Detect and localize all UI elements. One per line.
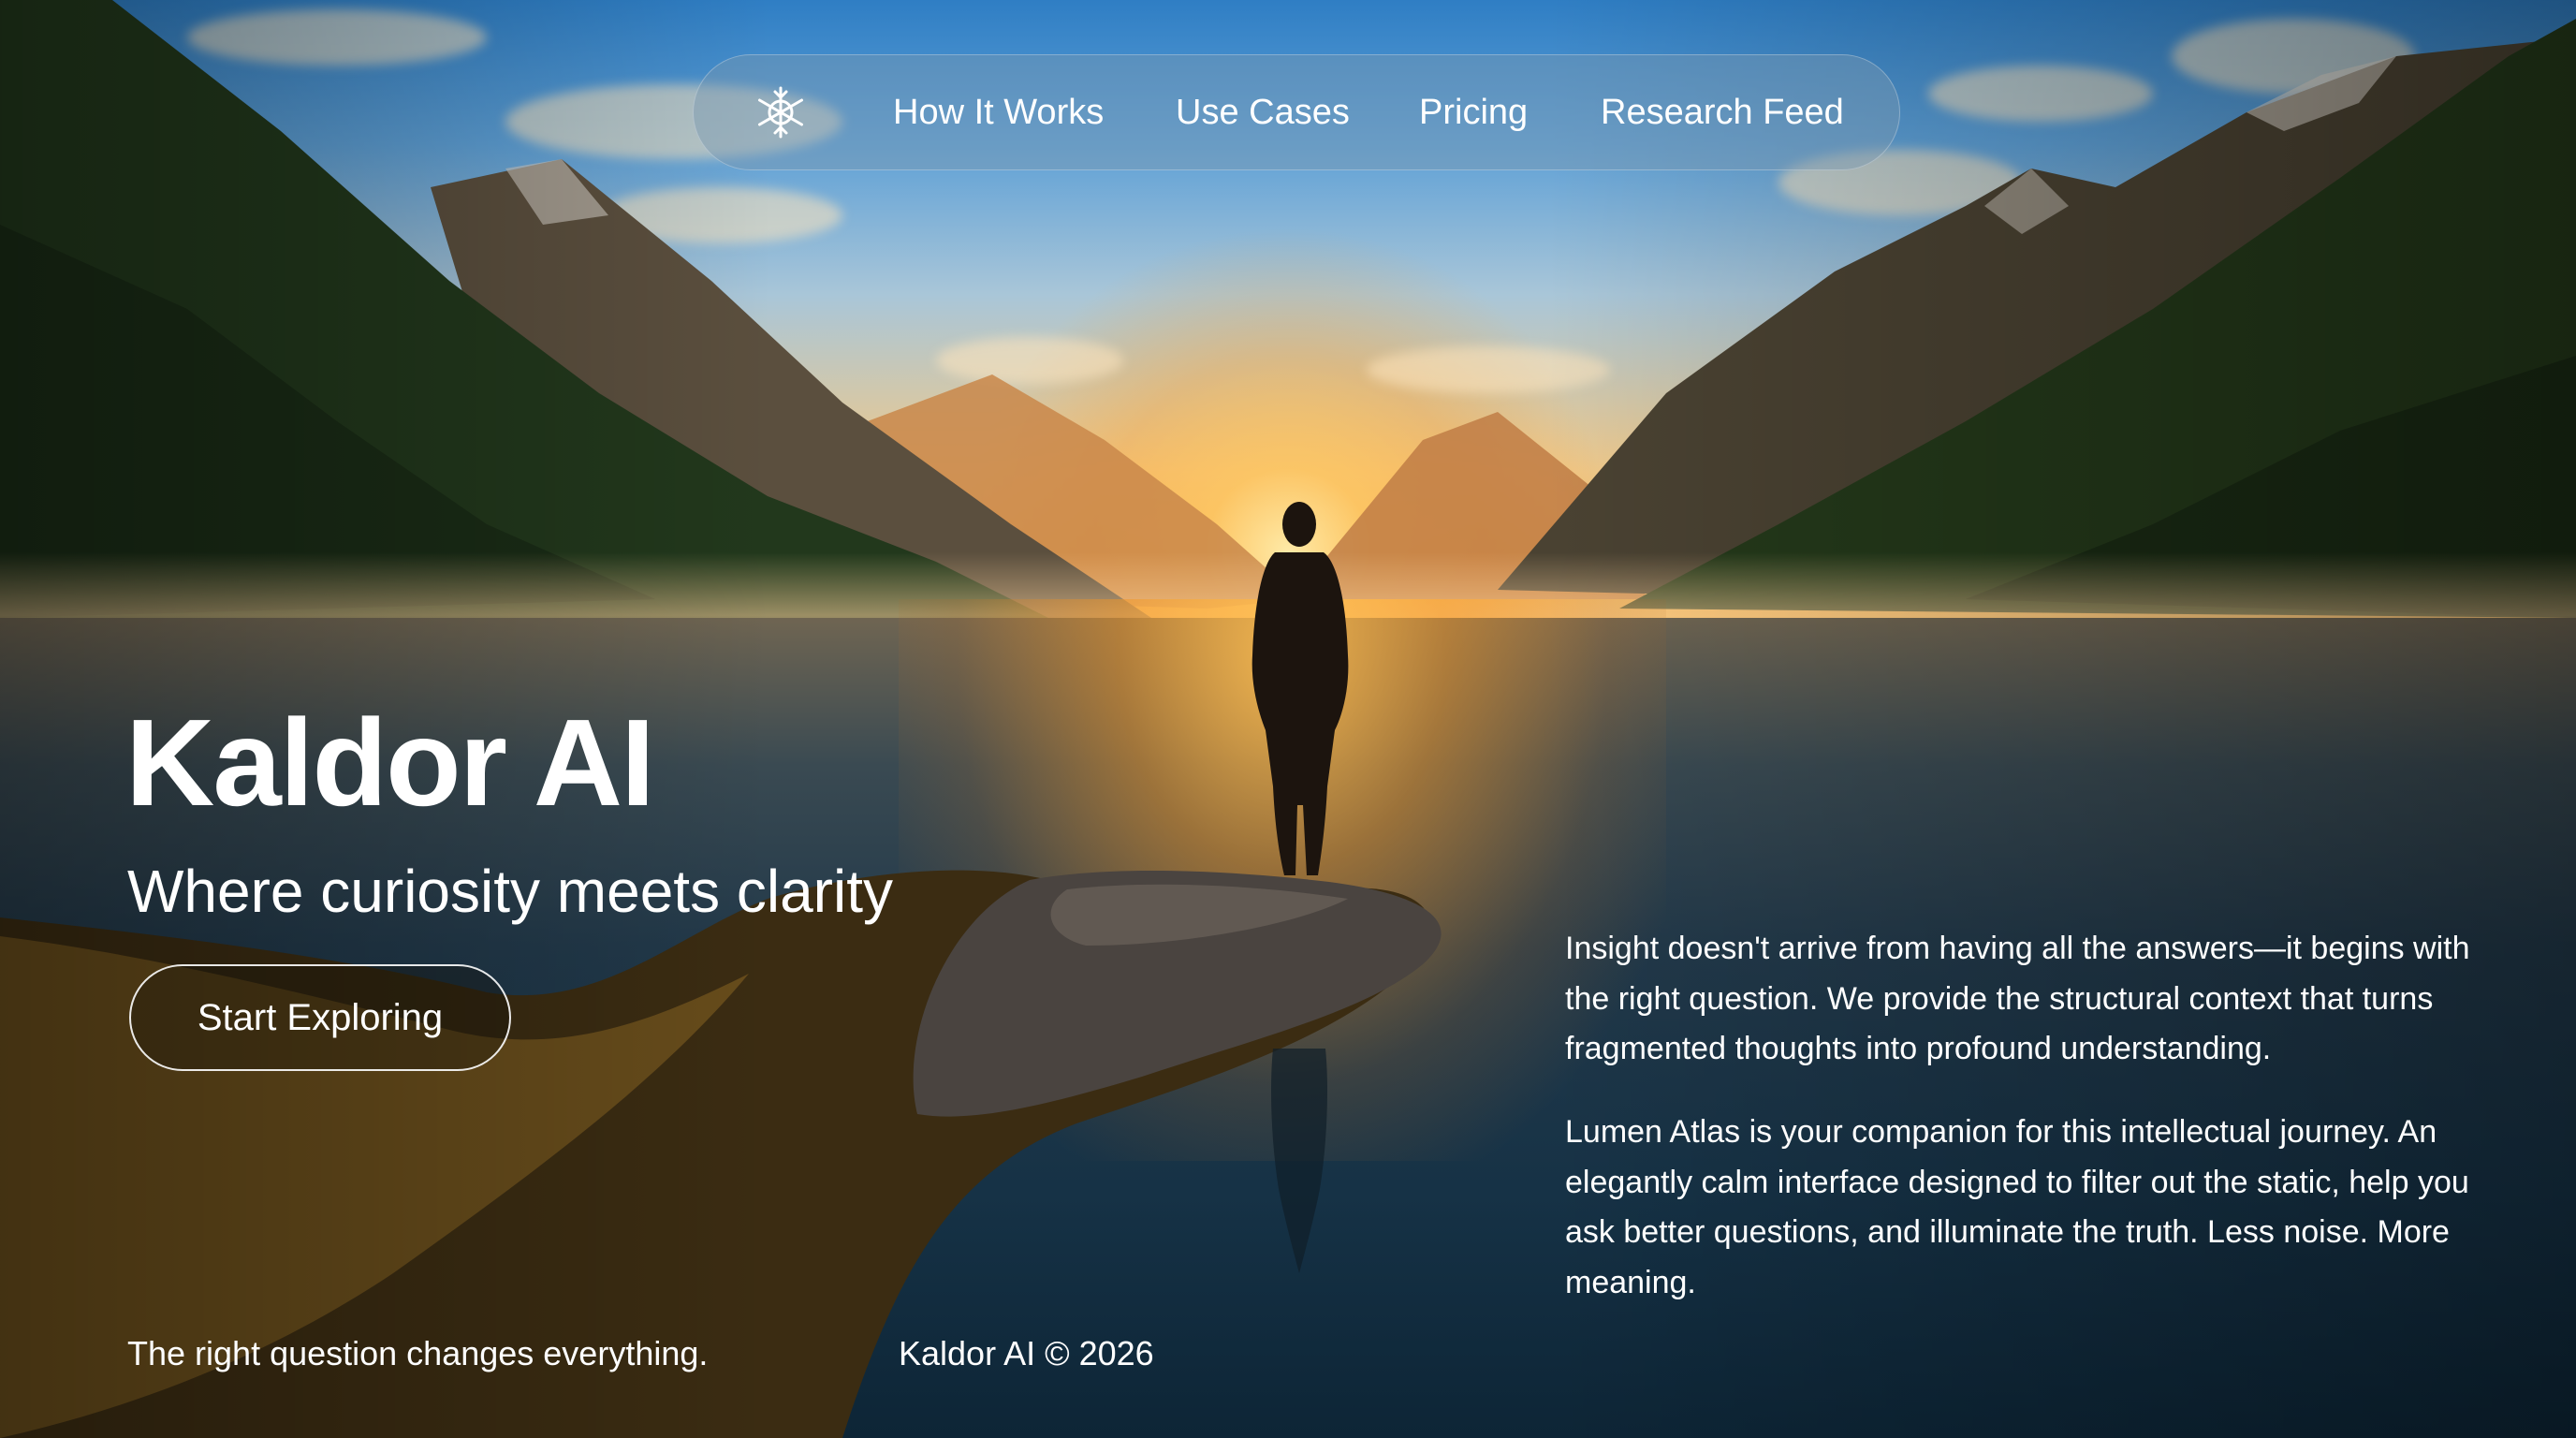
description-paragraph-1: Insight doesn't arrive from having all t… [1565, 924, 2501, 1075]
description-text-1: Insight doesn't arrive from having all t… [1565, 931, 2470, 1066]
description-paragraph-2: Lumen Atlas is your companion for this i… [1565, 1108, 2501, 1308]
description-text-2: Lumen Atlas is your companion for this i… [1565, 1114, 2469, 1300]
hero-subtitle: Where curiosity meets clarity [127, 858, 893, 925]
hero-title: Kaldor AI [125, 694, 655, 831]
nav-link-pricing[interactable]: Pricing [1419, 91, 1528, 134]
snowflake-wheel-icon [758, 86, 803, 139]
footer-tagline: The right question changes everything. [127, 1334, 709, 1372]
nav-link-use-cases[interactable]: Use Cases [1176, 91, 1350, 134]
nav-link-how-it-works[interactable]: How It Works [893, 91, 1104, 134]
footer-copyright: Kaldor AI © 2026 [899, 1334, 1154, 1372]
logo-button[interactable] [750, 81, 812, 143]
top-navigation: How It Works Use Cases Pricing Research … [693, 54, 1900, 170]
start-exploring-button[interactable]: Start Exploring [129, 964, 511, 1071]
nav-link-research-feed[interactable]: Research Feed [1601, 91, 1844, 134]
